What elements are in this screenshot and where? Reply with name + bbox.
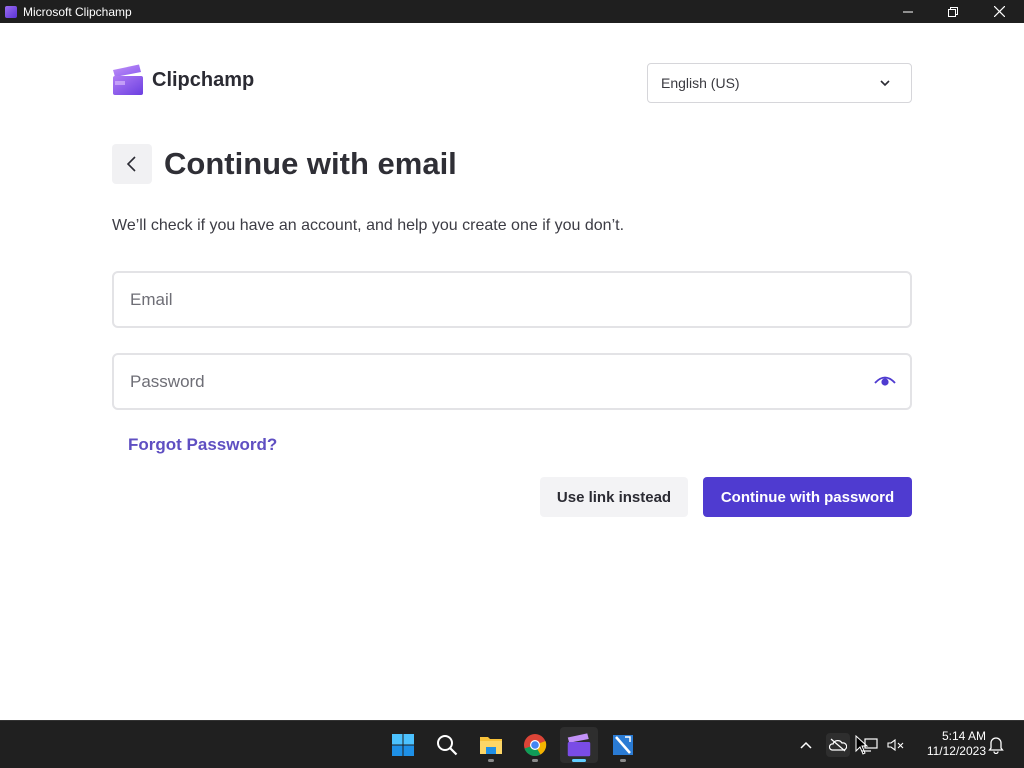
network-tray-button[interactable] — [858, 733, 882, 757]
clock-time: 5:14 AM — [941, 729, 986, 743]
search-icon — [437, 735, 458, 756]
chrome-icon — [524, 734, 547, 757]
language-select[interactable]: English (US) — [647, 63, 912, 103]
password-input[interactable] — [114, 355, 834, 408]
clipchamp-logo-icon — [113, 64, 143, 95]
notifications-button[interactable] — [984, 733, 1008, 757]
start-button[interactable] — [384, 727, 422, 763]
page-subtitle: We’ll check if you have an account, and … — [112, 217, 625, 234]
volume-tray-button[interactable] — [884, 733, 908, 757]
running-indicator — [620, 759, 626, 762]
clipchamp-icon — [567, 733, 591, 757]
window-title: Microsoft Clipchamp — [23, 4, 132, 19]
network-icon — [862, 738, 878, 752]
brand-logo: Clipchamp — [112, 64, 254, 96]
restore-button[interactable] — [930, 0, 976, 23]
password-field-container — [112, 353, 912, 410]
back-button[interactable] — [112, 144, 152, 184]
volume-muted-icon — [887, 738, 904, 752]
file-explorer-icon — [480, 737, 502, 754]
taskbar-file-explorer[interactable] — [472, 727, 510, 763]
system-clock[interactable]: 5:14 AM 11/12/2023 — [914, 729, 986, 759]
taskbar-chrome[interactable] — [516, 727, 554, 763]
clock-date: 11/12/2023 — [926, 744, 986, 758]
use-link-instead-button[interactable]: Use link instead — [540, 477, 688, 517]
onedrive-tray-button[interactable] — [826, 733, 850, 757]
continue-with-password-button[interactable]: Continue with password — [703, 477, 912, 517]
onedrive-offline-icon — [829, 738, 847, 752]
minimize-icon — [903, 11, 913, 12]
show-hidden-icons-button[interactable] — [794, 733, 818, 757]
taskbar-clipchamp[interactable] — [560, 727, 598, 763]
close-icon — [993, 6, 1005, 17]
start-icon — [392, 734, 414, 756]
notepad-plus-plus-icon — [613, 735, 633, 755]
forgot-password-link[interactable]: Forgot Password? — [128, 435, 277, 455]
title-bar: Microsoft Clipchamp — [0, 0, 1024, 23]
show-password-icon[interactable] — [874, 372, 896, 390]
bell-icon — [988, 737, 1004, 754]
brand-name: Clipchamp — [152, 68, 255, 91]
language-select-value: English (US) — [661, 75, 740, 91]
taskbar-app[interactable] — [604, 727, 642, 763]
email-field-container — [112, 271, 912, 328]
running-indicator — [488, 759, 494, 762]
minimize-button[interactable] — [885, 0, 931, 23]
chevron-left-icon — [126, 156, 136, 172]
email-input[interactable] — [114, 273, 834, 326]
active-indicator — [572, 759, 586, 762]
page-title: Continue with email — [164, 146, 457, 181]
taskbar — [0, 720, 1024, 768]
chevron-down-icon — [880, 80, 890, 87]
restore-icon — [948, 6, 958, 17]
close-button[interactable] — [976, 0, 1022, 23]
chevron-up-icon — [800, 741, 812, 749]
running-indicator — [532, 759, 538, 762]
clipchamp-app-icon — [5, 5, 17, 18]
taskbar-search-button[interactable] — [428, 727, 466, 763]
